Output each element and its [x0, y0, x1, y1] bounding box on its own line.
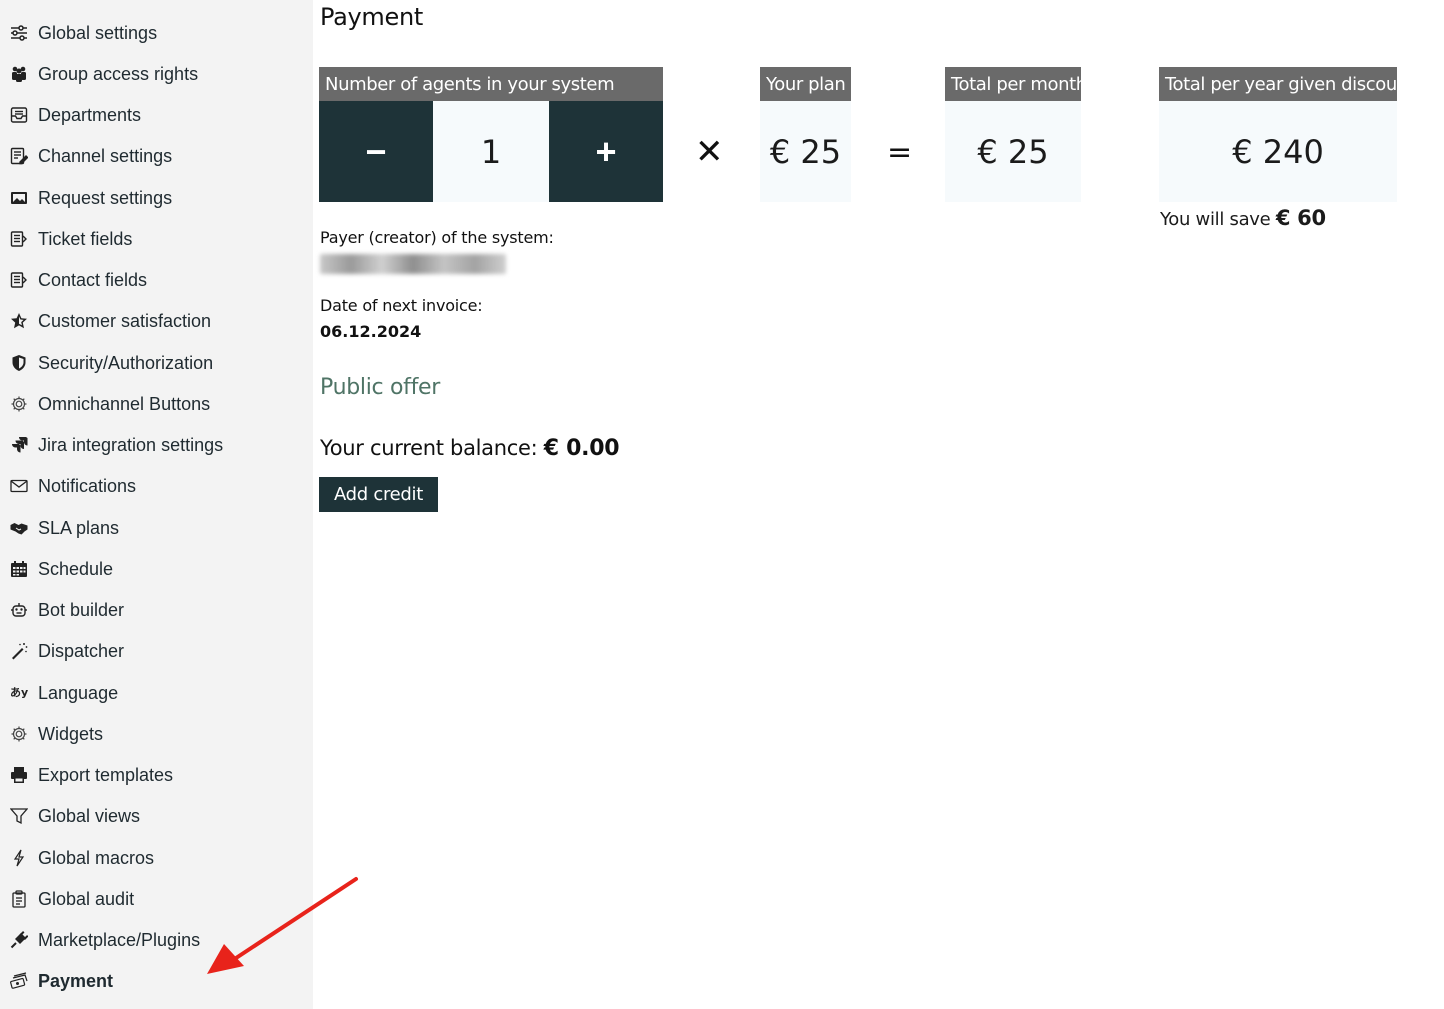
plan-value: € 25	[760, 101, 851, 202]
gear-icon	[9, 724, 29, 744]
sidebar-item-label: Contact fields	[38, 269, 148, 290]
envelope-icon	[9, 476, 29, 496]
public-offer-link[interactable]: Public offer	[320, 375, 440, 400]
gear-icon	[9, 394, 29, 414]
sidebar-item-jira-integration-settings[interactable]: Jira integration settings	[0, 430, 313, 460]
sidebar-item-label: Global views	[38, 805, 141, 826]
sidebar-item-export-templates[interactable]: Export templates	[0, 760, 313, 790]
plan-header: Your plan	[760, 67, 851, 101]
sidebar-item-label: Notifications	[38, 475, 137, 496]
image-icon	[9, 188, 29, 208]
plug-icon	[9, 930, 29, 950]
payer-label: Payer (creator) of the system:	[320, 228, 554, 247]
printer-icon	[9, 765, 29, 785]
filter-icon	[9, 806, 29, 826]
svg-text:あy: あy	[10, 686, 28, 699]
sidebar-item-schedule[interactable]: Schedule	[0, 554, 313, 584]
users-icon	[9, 64, 29, 84]
sidebar-item-label: Dispatcher	[38, 640, 125, 661]
add-credit-button[interactable]: Add credit	[319, 477, 438, 512]
sidebar-item-label: Export templates	[38, 764, 174, 785]
sidebar-item-label: Global audit	[38, 888, 135, 909]
next-invoice-date: 06.12.2024	[320, 322, 422, 341]
sidebar-item-ticket-fields[interactable]: Ticket fields	[0, 224, 313, 254]
form-icon	[9, 270, 29, 290]
calendar-icon	[9, 559, 29, 579]
sidebar-item-group-access-rights[interactable]: Group access rights	[0, 59, 313, 89]
balance-prefix: Your current balance:	[320, 436, 538, 460]
sidebar-item-label: Widgets	[38, 723, 104, 744]
next-invoice-label: Date of next invoice:	[320, 296, 483, 315]
sidebar-item-widgets[interactable]: Widgets	[0, 719, 313, 749]
sidebar-item-dispatcher[interactable]: Dispatcher	[0, 636, 313, 666]
decrease-agents-button[interactable]: −	[319, 101, 433, 202]
inbox-icon	[9, 105, 29, 125]
clipboard-icon	[9, 889, 29, 909]
sidebar-item-global-macros[interactable]: Global macros	[0, 843, 313, 873]
sidebar-item-label: Request settings	[38, 187, 173, 208]
sidebar-item-label: Ticket fields	[38, 228, 133, 249]
total-year-header: Total per year given discount	[1159, 67, 1415, 101]
sidebar-item-label: Global macros	[38, 847, 155, 868]
agents-count[interactable]: 1	[433, 101, 549, 202]
money-icon	[9, 971, 29, 991]
savings-text: You will save € 60	[1160, 206, 1326, 230]
sidebar-item-label: Marketplace/Plugins	[38, 929, 201, 950]
sidebar-item-global-settings[interactable]: Global settings	[0, 18, 313, 48]
magic-wand-icon	[9, 641, 29, 661]
settings-sidebar: Global settings Group access rights Depa…	[0, 0, 313, 1009]
sidebar-item-label: Jira integration settings	[38, 434, 224, 455]
sidebar-item-notifications[interactable]: Notifications	[0, 471, 313, 501]
multiply-icon: ✕	[695, 132, 724, 172]
sidebar-item-label: Omnichannel Buttons	[38, 393, 211, 414]
sidebar-item-language[interactable]: あy Language	[0, 678, 313, 708]
sidebar-item-label: Language	[38, 682, 119, 703]
sidebar-item-global-views[interactable]: Global views	[0, 801, 313, 831]
sidebar-item-contact-fields[interactable]: Contact fields	[0, 265, 313, 295]
sidebar-item-bot-builder[interactable]: Bot builder	[0, 595, 313, 625]
form-icon	[9, 229, 29, 249]
sidebar-item-label: Departments	[38, 104, 142, 125]
annotation-arrow-icon	[207, 877, 358, 974]
increase-agents-button[interactable]: +	[549, 101, 663, 202]
sidebar-item-label: Group access rights	[38, 63, 199, 84]
sliders-icon	[9, 23, 29, 43]
sidebar-item-security-authorization[interactable]: Security/Authorization	[0, 348, 313, 378]
language-icon: あy	[9, 683, 29, 703]
sidebar-item-label: Payment	[38, 970, 114, 991]
payer-email-redacted	[320, 254, 506, 274]
sidebar-item-label: Security/Authorization	[38, 352, 214, 373]
balance-amount: € 0.00	[543, 436, 620, 461]
equals-sign: =	[887, 135, 913, 170]
agents-header: Number of agents in your system	[319, 67, 663, 101]
star-icon	[9, 311, 29, 331]
sidebar-item-customer-satisfaction[interactable]: Customer satisfaction	[0, 306, 313, 336]
total-month-header: Total per month	[945, 67, 1087, 101]
sidebar-item-channel-settings[interactable]: Channel settings	[0, 141, 313, 171]
sidebar-item-label: Schedule	[38, 558, 114, 579]
shield-icon	[9, 353, 29, 373]
sidebar-item-label: Global settings	[38, 22, 158, 43]
total-year-value: € 240	[1159, 101, 1397, 202]
sidebar-item-label: Customer satisfaction	[38, 310, 212, 331]
total-month-value: € 25	[945, 101, 1081, 202]
handshake-icon	[9, 518, 29, 538]
sidebar-item-label: SLA plans	[38, 517, 120, 538]
edit-list-icon	[9, 146, 29, 166]
page-title: Payment	[320, 3, 423, 31]
sidebar-item-departments[interactable]: Departments	[0, 100, 313, 130]
jira-icon	[9, 435, 29, 455]
bolt-icon	[9, 848, 29, 868]
sidebar-item-request-settings[interactable]: Request settings	[0, 183, 313, 213]
sidebar-item-label: Bot builder	[38, 599, 125, 620]
savings-amount: € 60	[1275, 206, 1326, 230]
savings-prefix: You will save	[1160, 209, 1271, 230]
sidebar-item-omnichannel-buttons[interactable]: Omnichannel Buttons	[0, 389, 313, 419]
sidebar-item-sla-plans[interactable]: SLA plans	[0, 513, 313, 543]
current-balance: Your current balance: € 0.00	[320, 436, 620, 461]
sidebar-item-label: Channel settings	[38, 145, 173, 166]
robot-icon	[9, 600, 29, 620]
